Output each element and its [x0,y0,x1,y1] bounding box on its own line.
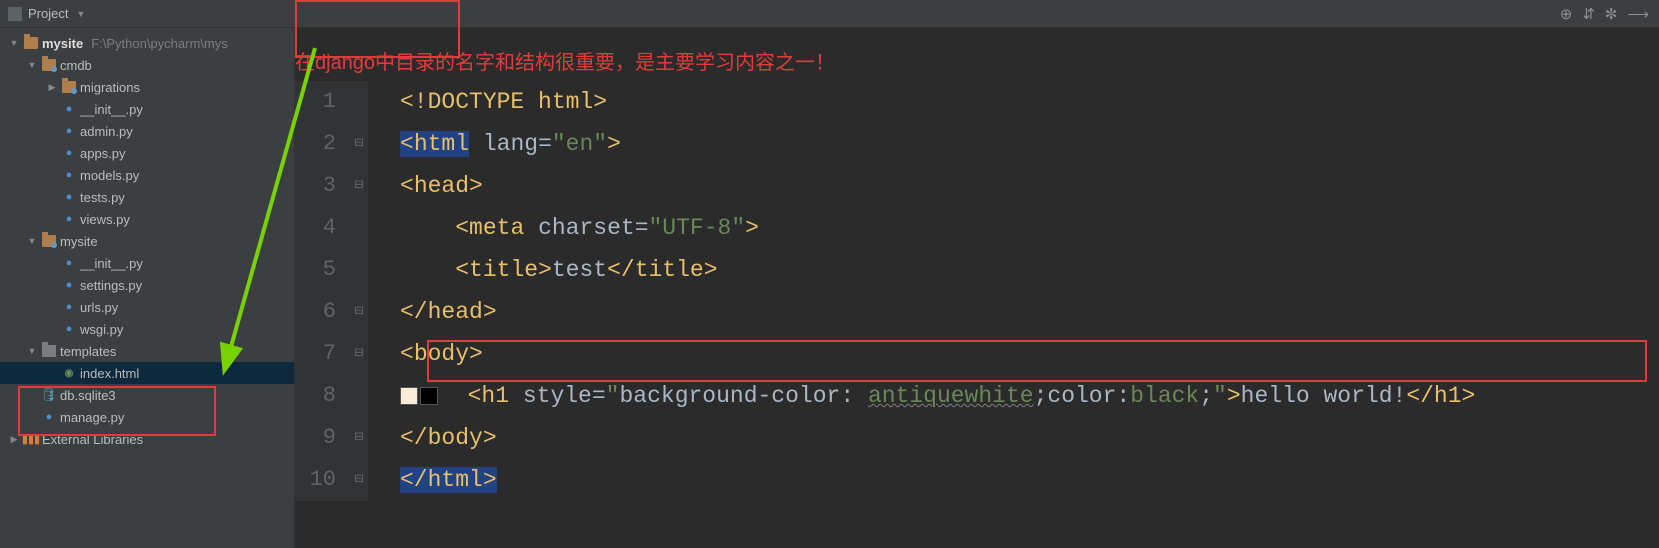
python-file-icon [62,168,76,182]
folder-label: migrations [80,80,140,95]
tree-folder-migrations[interactable]: ▶ migrations [0,76,294,98]
tree-file[interactable]: tests.py [0,186,294,208]
annotation-text: 在django中目录的名字和结构很重要，是主要学习内容之一！ [295,28,1659,81]
tree-external-libraries[interactable]: ▶ ▮▮▮ External Libraries [0,428,294,450]
folder-label: templates [60,344,116,359]
line-number-gutter: 12345678910 [295,81,350,501]
tree-file[interactable]: __init__.py [0,98,294,120]
python-file-icon [62,256,76,270]
python-file-icon [62,190,76,204]
expand-icon[interactable]: ▼ [26,346,38,356]
hide-panel-icon[interactable]: ⟶ [1627,5,1649,23]
tree-file[interactable]: urls.py [0,296,294,318]
scroll-from-source-icon[interactable]: ⊕ [1560,5,1573,23]
tree-file[interactable]: __init__.py [0,252,294,274]
project-panel-header[interactable]: Project ▼ [0,0,130,27]
tree-folder-templates[interactable]: ▼ templates [0,340,294,362]
tree-file-db[interactable]: 🛢 db.sqlite3 [0,384,294,406]
database-icon: 🛢 [42,388,56,402]
folder-icon [24,37,38,49]
chevron-down-icon: ▼ [76,9,85,19]
project-panel-icon [8,7,22,21]
code-editor[interactable]: ◉ index.html × ◉ views.py × 在django中目录的名… [295,28,1659,548]
expand-icon[interactable]: ▶ [8,434,20,445]
expand-icon[interactable]: ▼ [26,236,38,246]
tree-file[interactable]: settings.py [0,274,294,296]
tree-file[interactable]: wsgi.py [0,318,294,340]
expand-icon[interactable]: ▶ [46,82,58,93]
code-area: 12345678910 ⊟⊟⊟⊟⊟⊟ <!DOCTYPE html> <html… [295,81,1659,501]
python-file-icon [62,102,76,116]
tree-file-manage[interactable]: manage.py [0,406,294,428]
tree-folder-cmdb[interactable]: ▼ cmdb [0,54,294,76]
project-panel-label: Project [28,6,68,21]
project-root-path: F:\Python\pycharm\mys [91,36,228,51]
python-file-icon [62,212,76,226]
expand-icon[interactable]: ▼ [26,60,38,70]
fold-gutter[interactable]: ⊟⊟⊟⊟⊟⊟ [350,81,368,501]
color-swatch-black [420,387,438,405]
python-file-icon [62,322,76,336]
tree-file[interactable]: views.py [0,208,294,230]
package-icon [42,235,56,247]
package-icon [62,81,76,93]
top-toolbar: Project ▼ ⊕ ⇵ ✼ ⟶ [0,0,1659,28]
html-file-icon: ◉ [62,366,76,380]
gear-icon[interactable]: ✼ [1605,5,1618,23]
folder-label: mysite [60,234,98,249]
python-file-icon [62,278,76,292]
expand-icon[interactable]: ▼ [8,38,20,48]
python-file-icon [42,410,56,424]
folder-icon [42,345,56,357]
project-panel-toolbar: ⊕ ⇵ ✼ ⟶ [1560,0,1659,27]
color-swatch-antiquewhite [400,387,418,405]
project-sidebar: ▼ mysite F:\Python\pycharm\mys ▼ cmdb ▶ … [0,28,295,548]
collapse-all-icon[interactable]: ⇵ [1582,5,1595,23]
tree-root[interactable]: ▼ mysite F:\Python\pycharm\mys [0,32,294,54]
python-file-icon [62,300,76,314]
tree-file[interactable]: apps.py [0,142,294,164]
python-file-icon [62,124,76,138]
folder-label: cmdb [60,58,92,73]
project-root-name: mysite [42,36,83,51]
tree-file[interactable]: admin.py [0,120,294,142]
tree-folder-mysite[interactable]: ▼ mysite [0,230,294,252]
python-file-icon [62,146,76,160]
tree-file[interactable]: models.py [0,164,294,186]
library-icon: ▮▮▮ [24,432,38,446]
package-icon [42,59,56,71]
tree-file-index-html[interactable]: ◉ index.html [0,362,294,384]
code-content[interactable]: <!DOCTYPE html> <html lang="en"> <head> … [368,81,1659,501]
